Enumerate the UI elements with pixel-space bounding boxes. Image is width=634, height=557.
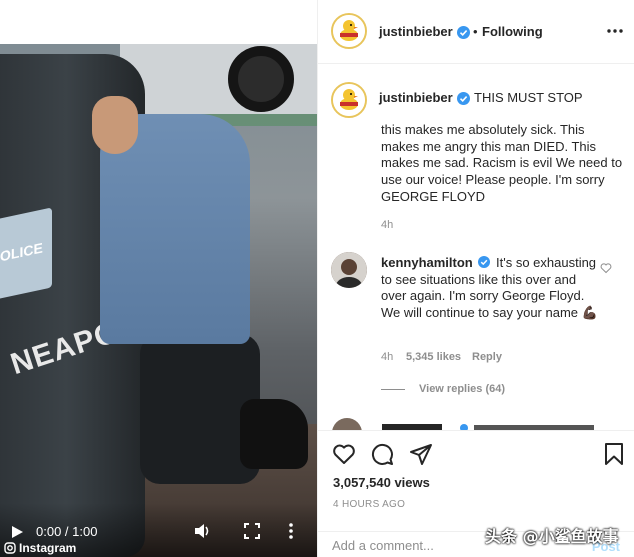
post-header: justinbieber • Following [318,0,634,64]
comment-bubble-icon[interactable] [370,442,394,466]
duck-logo-icon [333,15,365,47]
person-avatar-icon [331,252,367,288]
video-controls: 0:00 / 1:00 Instagram [0,503,317,557]
follow-separator: • [473,24,478,39]
following-button[interactable]: Following [482,24,543,39]
verified-badge-icon [457,26,470,39]
instagram-credit: Instagram [4,541,76,555]
comment-text-block: kennyhamilton It's so exhausting to see … [381,255,603,322]
video-more-icon[interactable] [288,523,294,539]
next-comment-avatar [332,418,362,430]
video-panel: OLICE NEAPOLIS 0:00 / 1:00 Instagram [0,0,317,557]
caption-age: 4h [381,219,394,231]
volume-icon[interactable] [194,523,210,539]
view-replies-link[interactable]: View replies (64) [419,383,505,395]
plate-text: OLICE [0,239,43,265]
video-time: 0:00 / 1:00 [36,524,98,539]
video-player[interactable]: OLICE NEAPOLIS 0:00 / 1:00 Instagram [0,44,317,557]
author-avatar[interactable] [331,13,367,49]
comment-likes[interactable]: 5,345 likes [406,351,461,363]
fullscreen-icon[interactable] [244,523,260,539]
comment-username[interactable]: kennyhamilton [381,255,473,270]
save-bookmark-icon[interactable] [602,442,626,466]
duck-logo-icon [333,84,365,116]
comment-reply-button[interactable]: Reply [472,351,502,363]
post-timestamp: 4 HOURS AGO [333,499,406,510]
comment-age: 4h [381,351,394,363]
verified-badge-icon [478,256,491,268]
verified-badge-icon [457,92,470,105]
view-replies-line [381,389,405,390]
view-count[interactable]: 3,057,540 views [333,475,430,490]
source-watermark: 头条 @小鲨鱼故事 [485,527,619,546]
caption-text: this makes me absolutely sick. This make… [381,122,623,204]
header-username[interactable]: justinbieber [379,24,453,39]
instagram-icon [4,542,16,554]
video-scene-plate: OLICE [0,207,52,301]
share-paper-plane-icon[interactable] [409,442,433,466]
next-comment-partial [332,418,632,430]
instagram-credit-text: Instagram [19,541,77,555]
comment-like-heart-icon[interactable] [600,262,612,274]
play-icon[interactable] [10,525,24,539]
caption-username[interactable]: justinbieber [379,90,453,105]
caption-avatar[interactable] [331,82,367,118]
video-scene-head [92,96,138,154]
more-options-icon[interactable] [607,29,623,33]
caption-title: THIS MUST STOP [474,90,583,105]
commenter-avatar[interactable] [331,252,367,288]
video-scene-wheel [228,46,294,112]
like-heart-icon[interactable] [332,442,356,466]
video-scene-boot [240,399,308,469]
post-sidebar: justinbieber • Following justinbieber TH… [317,0,634,557]
